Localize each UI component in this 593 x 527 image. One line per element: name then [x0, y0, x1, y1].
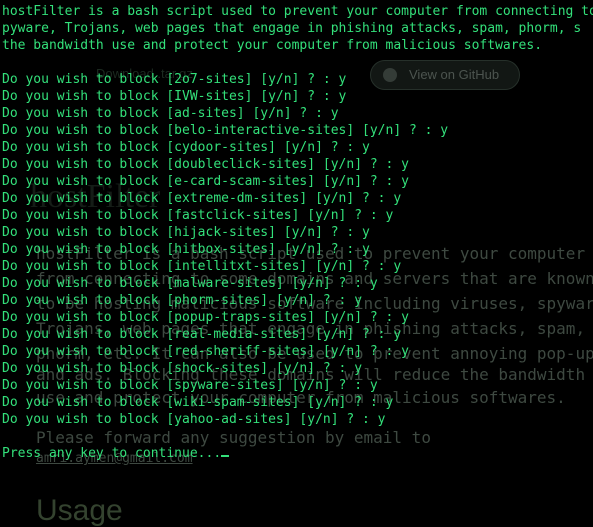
block-prompt-line: Do you wish to block [belo-interactive-s… — [2, 123, 449, 138]
block-prompt-line: Do you wish to block [hitbox-sites] [y/n… — [2, 242, 370, 257]
intro-line: pyware, Trojans, web pages that engage i… — [2, 21, 582, 36]
block-prompt-line: Do you wish to block [doubleclick-sites]… — [2, 157, 409, 172]
block-prompt-line: Do you wish to block [ad-sites] [y/n] ? … — [2, 106, 339, 121]
block-prompt-line: Do you wish to block [extreme-dm-sites] … — [2, 191, 402, 206]
block-prompt-line: Do you wish to block [e-card-scam-sites]… — [2, 174, 409, 189]
block-prompt-line: Do you wish to block [spyware-sites] [y/… — [2, 378, 378, 393]
block-prompt-line: Do you wish to block [intellitxt-sites] … — [2, 259, 402, 274]
intro-line: the bandwidth use and protect your compu… — [2, 38, 543, 53]
block-prompt-line: Do you wish to block [shock-sites] [y/n]… — [2, 361, 363, 376]
block-prompt-line: Do you wish to block [popup-traps-sites]… — [2, 310, 409, 325]
block-prompt-line: Do you wish to block [IVW-sites] [y/n] ?… — [2, 89, 347, 104]
block-prompt-line: Do you wish to block [wiki-spam-sites] [… — [2, 395, 394, 410]
block-prompt-line: Do you wish to block [malware-sites] [y/… — [2, 276, 378, 291]
block-prompt-line: Do you wish to block [real-media-sites] … — [2, 327, 402, 342]
block-prompt-line: Do you wish to block [fastclick-sites] [… — [2, 208, 394, 223]
usage-heading: Usage — [36, 494, 123, 527]
intro-line: hostFilter is a bash script used to prev… — [2, 4, 593, 19]
block-prompt-line: Do you wish to block [yahoo-ad-sites] [y… — [2, 412, 386, 427]
text-cursor — [221, 455, 230, 457]
terminal-output: hostFilter is a bash script used to prev… — [2, 3, 593, 462]
block-prompt-line: Do you wish to block [red-sheriff-sites]… — [2, 344, 409, 359]
block-prompt-line: Do you wish to block [cydoor-sites] [y/n… — [2, 140, 370, 155]
block-prompt-line: Do you wish to block [phorm-sites] [y/n]… — [2, 293, 363, 308]
continue-prompt-line[interactable]: Press any key to continue... — [2, 445, 593, 462]
block-prompt-line: Do you wish to block [hijack-sites] [y/n… — [2, 225, 370, 240]
terminal-window[interactable]: Download .tar.gz View on GitHub hostFilt… — [0, 0, 593, 527]
block-prompt-line: Do you wish to block [2o7-sites] [y/n] ?… — [2, 72, 347, 87]
continue-prompt-text: Press any key to continue... — [2, 446, 222, 461]
